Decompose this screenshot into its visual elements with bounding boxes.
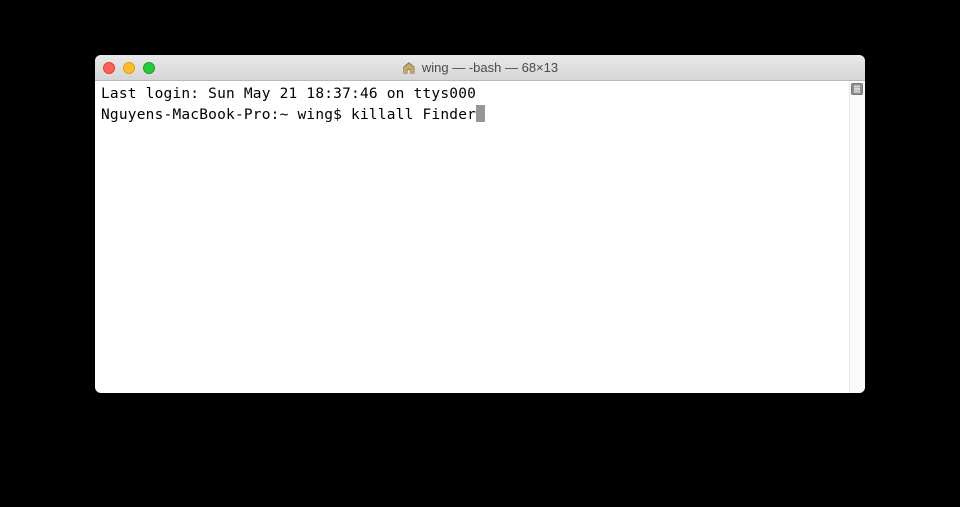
window-titlebar[interactable]: wing — -bash — 68×13 xyxy=(95,55,865,81)
zoom-button[interactable] xyxy=(143,62,155,74)
home-icon xyxy=(402,61,416,75)
terminal-content-wrapper: Last login: Sun May 21 18:37:46 on ttys0… xyxy=(95,81,865,393)
login-line: Last login: Sun May 21 18:37:46 on ttys0… xyxy=(101,86,476,102)
terminal-output[interactable]: Last login: Sun May 21 18:37:46 on ttys0… xyxy=(95,81,849,393)
prompt: Nguyens-MacBook-Pro:~ wing$ xyxy=(101,107,351,123)
scrollbar-track[interactable] xyxy=(849,81,865,393)
window-title: wing — -bash — 68×13 xyxy=(422,60,558,75)
window-title-container: wing — -bash — 68×13 xyxy=(402,60,558,75)
scroll-indicator-icon[interactable] xyxy=(851,83,863,95)
traffic-lights xyxy=(103,62,155,74)
command-text: killall Finder xyxy=(351,107,476,123)
minimize-button[interactable] xyxy=(123,62,135,74)
close-button[interactable] xyxy=(103,62,115,74)
terminal-window: wing — -bash — 68×13 Last login: Sun May… xyxy=(95,55,865,393)
cursor xyxy=(476,105,485,122)
